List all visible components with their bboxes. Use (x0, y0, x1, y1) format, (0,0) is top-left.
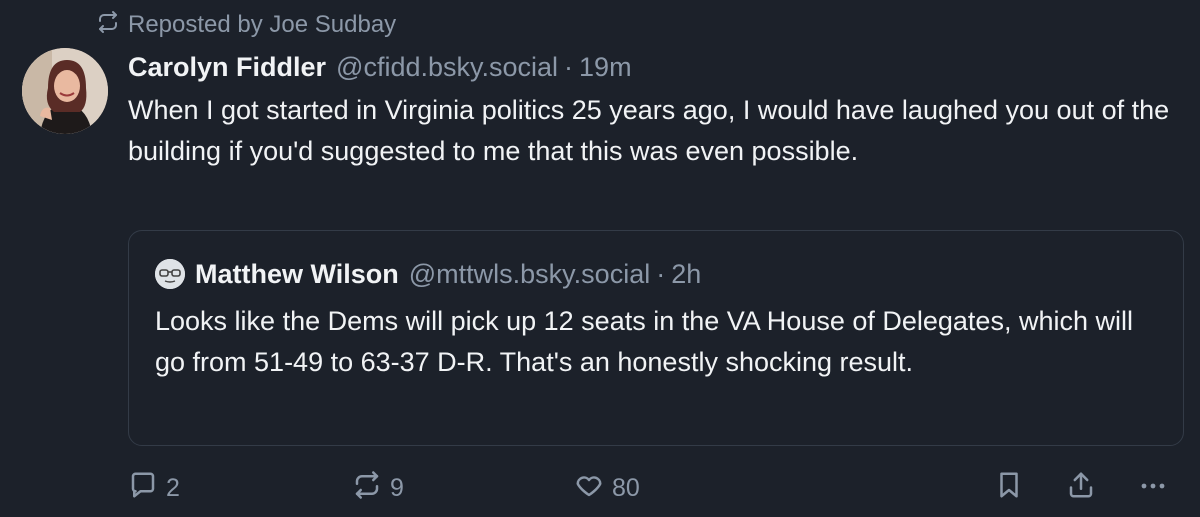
quoted-post[interactable]: Matthew Wilson @mttwls.bsky.social · 2h … (128, 230, 1184, 446)
reply-button[interactable]: 2 (128, 468, 180, 508)
share-icon (1066, 470, 1096, 507)
like-count: 80 (612, 473, 640, 502)
post-timestamp[interactable]: 19m (579, 48, 632, 86)
reply-icon (128, 470, 158, 507)
repost-label: Reposted by Joe Sudbay (128, 11, 397, 38)
quote-author-avatar[interactable] (155, 259, 185, 289)
repost-icon (352, 470, 382, 507)
share-button[interactable] (1066, 468, 1096, 508)
repost-button[interactable]: 9 (352, 468, 404, 508)
quote-author-name[interactable]: Matthew Wilson (195, 255, 399, 293)
quote-timestamp[interactable]: 2h (671, 255, 701, 293)
quote-author-handle[interactable]: @mttwls.bsky.social (409, 255, 650, 293)
heart-icon (574, 470, 604, 507)
bookmark-icon (994, 470, 1024, 507)
separator-dot: · (656, 259, 666, 289)
post-card[interactable]: Reposted by Joe Sudbay Carolyn Fiddler @… (0, 0, 1200, 517)
reply-count: 2 (166, 473, 180, 502)
post-header: Carolyn Fiddler @cfidd.bsky.social · 19m (128, 48, 1184, 86)
author-avatar[interactable] (22, 48, 108, 134)
author-handle[interactable]: @cfidd.bsky.social (336, 48, 558, 86)
separator-dot: · (564, 52, 574, 82)
author-name[interactable]: Carolyn Fiddler (128, 48, 326, 86)
bookmark-button[interactable] (994, 468, 1024, 508)
repost-count: 9 (390, 473, 404, 502)
quote-header: Matthew Wilson @mttwls.bsky.social · 2h (155, 255, 1157, 293)
repost-icon (96, 10, 120, 41)
more-icon (1138, 470, 1168, 507)
repost-indicator[interactable]: Reposted by Joe Sudbay (96, 10, 396, 40)
post-text: When I got started in Virginia politics … (128, 95, 1170, 166)
quote-text: Looks like the Dems will pick up 12 seat… (155, 306, 1133, 377)
more-options-button[interactable] (1138, 468, 1168, 508)
like-button[interactable]: 80 (574, 468, 640, 508)
post-content: Carolyn Fiddler @cfidd.bsky.social · 19m… (128, 48, 1184, 172)
post-actions: 2 9 80 (0, 468, 1200, 508)
